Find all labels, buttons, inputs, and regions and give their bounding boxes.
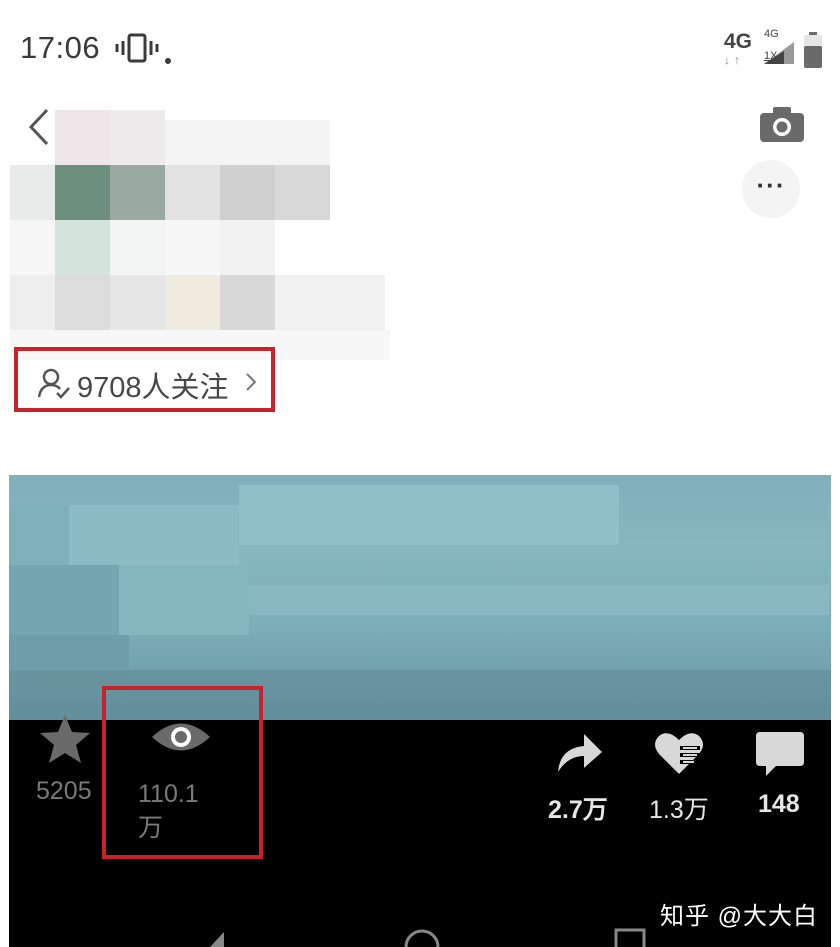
system-nav-bar — [210, 928, 646, 947]
star-icon[interactable] — [38, 713, 92, 765]
network-arrows: ↓↑ — [724, 53, 744, 67]
nav-home-icon — [404, 929, 440, 947]
video-cover[interactable] — [9, 475, 831, 720]
share-icon[interactable] — [554, 726, 604, 776]
user-icon — [37, 368, 70, 399]
heart-icon[interactable] — [653, 730, 705, 776]
camera-icon[interactable] — [760, 106, 804, 142]
network-1x: 1X — [764, 50, 778, 62]
nav-back-icon — [210, 932, 224, 947]
share-count: 2.7万 — [548, 796, 608, 824]
like-count: 1.3万 — [649, 796, 709, 824]
followers-count[interactable]: 9708人关注 — [77, 364, 229, 406]
favorite-count: 5205 — [36, 777, 92, 805]
nav-recents-icon — [614, 928, 646, 947]
network-type: 4G — [724, 30, 753, 53]
profile-mosaic — [0, 100, 420, 370]
vibrate-icon — [115, 33, 159, 63]
views-highlight-box — [102, 686, 263, 859]
battery-icon — [804, 32, 822, 68]
status-time: 17:06 — [20, 30, 101, 65]
back-icon[interactable] — [26, 106, 52, 148]
comment-count: 148 — [758, 790, 800, 818]
comment-icon[interactable] — [754, 730, 806, 778]
more-button[interactable]: ··· — [742, 160, 800, 218]
chevron-right-icon — [246, 373, 257, 391]
watermark: 知乎 @大大白 — [660, 903, 819, 930]
notification-dot — [165, 58, 171, 64]
